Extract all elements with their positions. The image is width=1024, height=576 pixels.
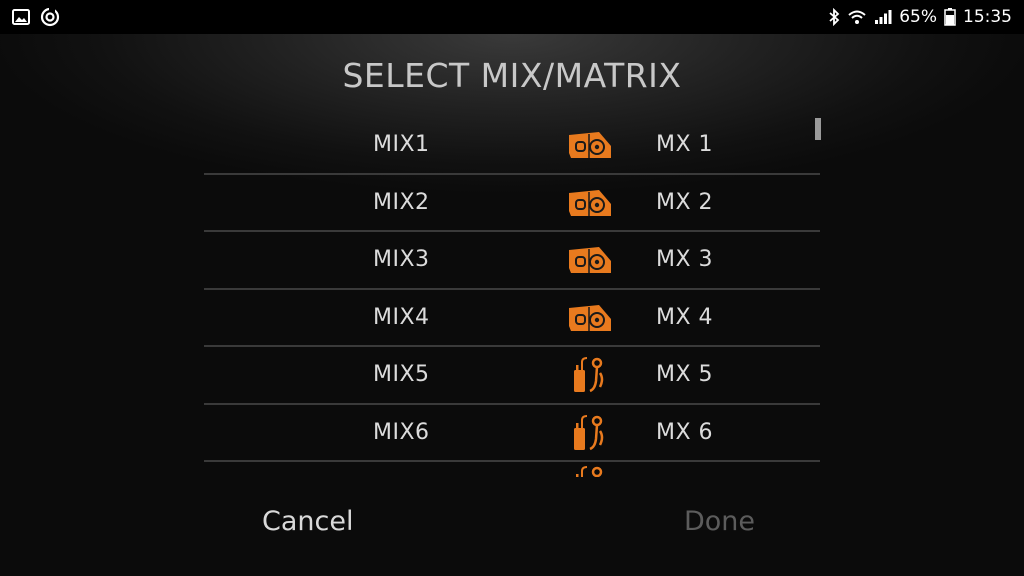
sync-icon <box>40 7 60 27</box>
in-ear-monitor-icon <box>564 414 616 451</box>
floor-wedge-monitor-icon <box>564 187 616 221</box>
floor-wedge-monitor-icon <box>564 129 616 163</box>
mix-name: MIX2 <box>373 189 430 215</box>
mix-name: MIX4 <box>373 304 430 330</box>
cancel-button[interactable]: Cancel <box>262 506 353 537</box>
mix-label: MX 5 <box>656 362 714 387</box>
mix-label: MX 1 <box>656 132 714 157</box>
mix-name: MIX1 <box>373 132 430 157</box>
mix-row[interactable]: MIX3 MX 3 <box>204 232 820 290</box>
select-mix-dialog: SELECT MIX/MATRIX MIX1 MX 1 MIX2 MX 2 MI… <box>0 34 1024 576</box>
mix-row[interactable]: MIX4 MX 4 <box>204 290 820 347</box>
mix-row[interactable]: MIX1 MX 1 <box>204 117 820 175</box>
gallery-icon <box>12 9 30 25</box>
bluetooth-icon <box>828 8 840 26</box>
mix-list[interactable]: MIX1 MX 1 MIX2 MX 2 MIX3 MX 3 MIX4 MX 4 … <box>204 117 820 477</box>
scrollbar[interactable] <box>815 118 821 140</box>
in-ear-monitor-icon <box>564 466 616 477</box>
floor-wedge-monitor-icon <box>564 244 616 278</box>
signal-icon <box>874 9 892 25</box>
battery-percent: 65% <box>899 7 937 27</box>
wifi-icon <box>847 9 867 25</box>
battery-icon <box>944 8 956 26</box>
dialog-title: SELECT MIX/MATRIX <box>342 56 682 95</box>
mix-name: MIX5 <box>373 362 430 387</box>
mix-row-partial[interactable] <box>204 462 820 477</box>
in-ear-monitor-icon <box>564 357 616 393</box>
mix-label: MX 2 <box>656 189 714 215</box>
mix-label: MX 6 <box>656 419 714 445</box>
done-button[interactable]: Done <box>684 506 755 537</box>
mix-name: MIX6 <box>373 419 430 445</box>
status-bar: 65% 15:35 <box>0 0 1024 34</box>
mix-label: MX 3 <box>656 247 714 272</box>
clock: 15:35 <box>963 7 1012 27</box>
mix-row[interactable]: MIX2 MX 2 <box>204 175 820 232</box>
mix-row[interactable]: MIX6 MX 6 <box>204 405 820 462</box>
mix-row[interactable]: MIX5 MX 5 <box>204 347 820 405</box>
mix-name: MIX3 <box>373 247 430 272</box>
mix-label: MX 4 <box>656 304 714 330</box>
floor-wedge-monitor-icon <box>564 302 616 336</box>
